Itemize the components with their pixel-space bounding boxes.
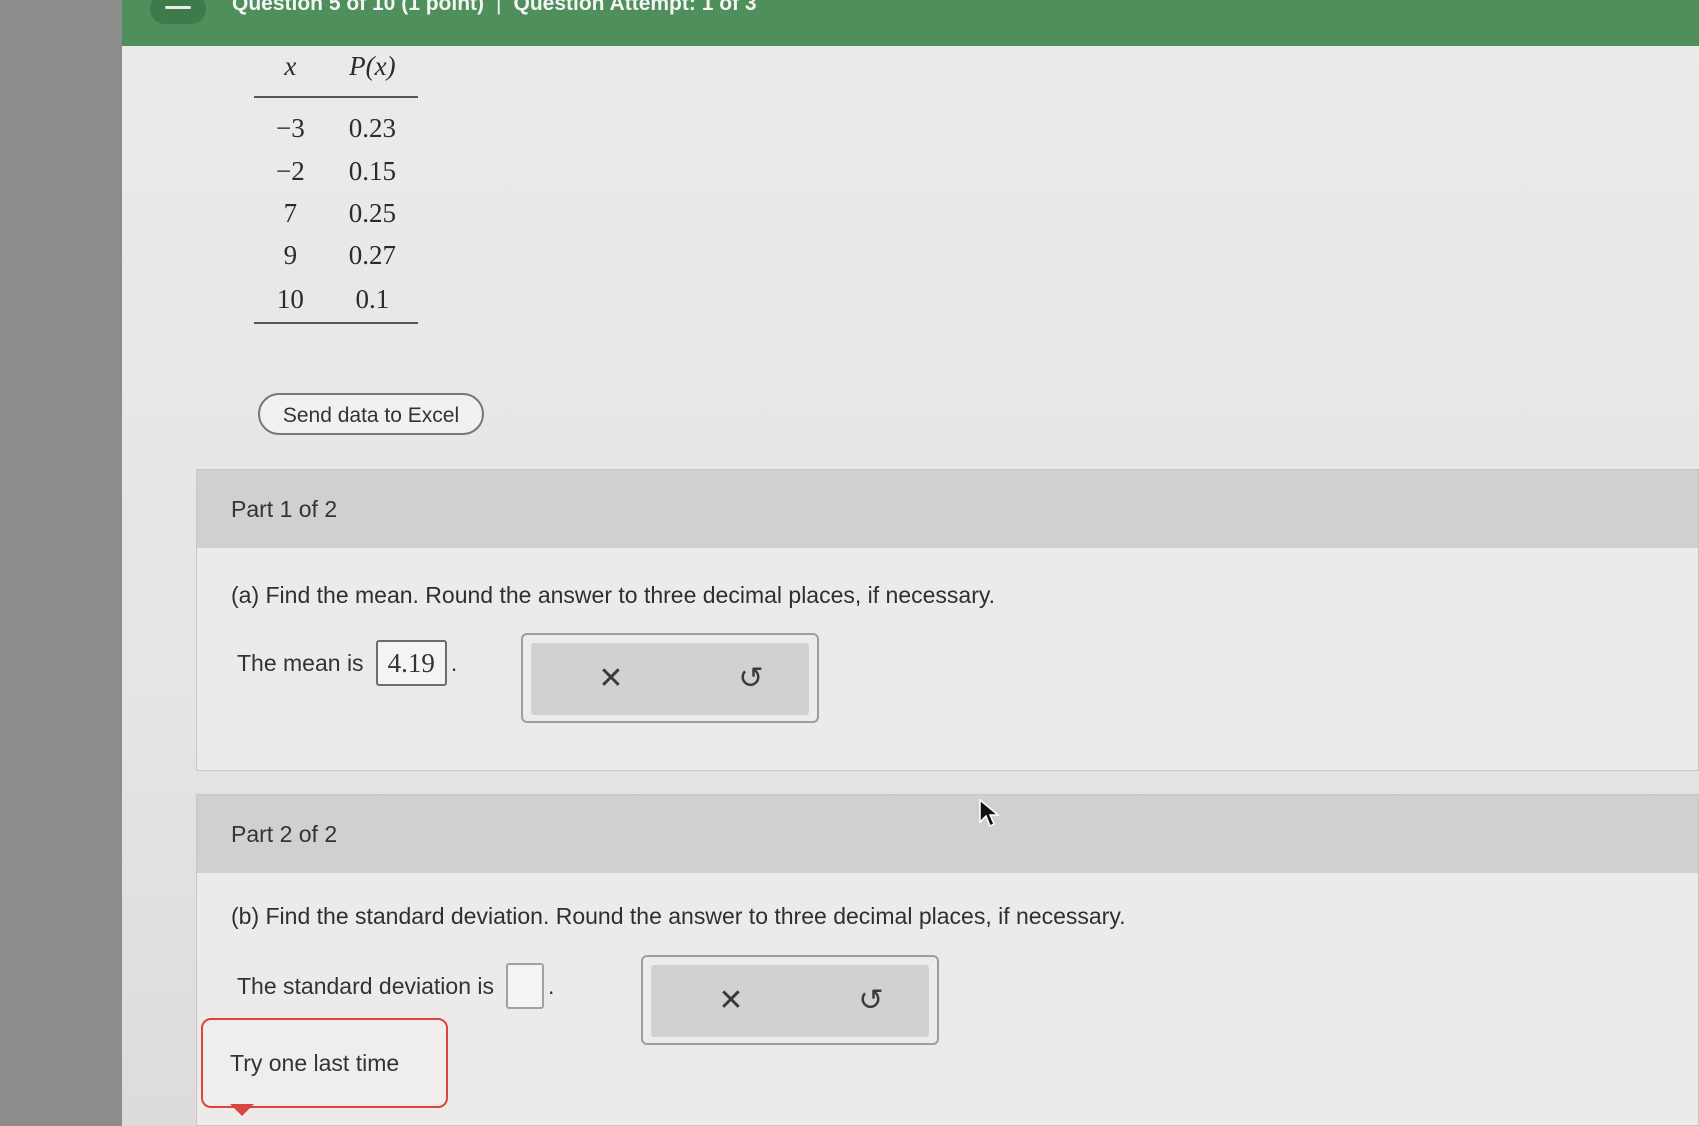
header-px: P(x) [326, 44, 418, 98]
clear-button[interactable]: ✕ [561, 643, 661, 715]
sd-input[interactable] [506, 963, 544, 1009]
close-icon: ✕ [598, 661, 624, 696]
undo-button[interactable]: ↺ [821, 965, 921, 1037]
part-1-panel: Part 1 of 2 (a) Find the mean. Round the… [196, 469, 1699, 771]
cell-px: 0.1 [326, 276, 418, 324]
part-1-question: (a) Find the mean. Round the answer to t… [231, 582, 996, 608]
cell-x: 10 [254, 276, 327, 324]
question-header-text: Question 5 of 10 (1 point) | Question Atte… [232, 0, 757, 16]
part-1-header: Part 1 of 2 [197, 470, 1698, 548]
table-row: −3 0.23 [254, 97, 418, 150]
table-row: 9 0.27 [254, 234, 418, 276]
close-icon: ✕ [718, 983, 744, 1018]
part-2-header: Part 2 of 2 [197, 795, 1698, 873]
cell-x: −2 [276, 155, 305, 186]
probability-distribution-table: x P(x) −3 0.23 −2 0.15 7 0.25 9 0.27 10 … [254, 44, 418, 324]
question-header-bar: Question 5 of 10 (1 point) | Question Atte… [122, 0, 1699, 46]
cell-px: 0.25 [348, 197, 396, 228]
undo-icon: ↺ [738, 661, 764, 696]
question-progress: Question 5 of 10 (1 point) [232, 0, 485, 15]
menu-icon [165, 6, 191, 9]
sd-period: . [548, 972, 555, 999]
menu-button[interactable] [150, 0, 206, 24]
cell-px: 0.23 [348, 112, 396, 143]
part-2-toolbar-inner: ✕ ↺ [651, 965, 929, 1037]
cell-px: 0.27 [348, 239, 396, 270]
cell-x: −3 [276, 112, 305, 143]
part-2-toolbar: ✕ ↺ [641, 955, 939, 1045]
undo-button[interactable]: ↺ [701, 643, 801, 715]
sd-answer-line: The standard deviation is . [237, 963, 554, 1009]
sd-label: The standard deviation is [237, 972, 494, 999]
mean-label: The mean is [237, 649, 364, 676]
cell-x: 9 [283, 239, 298, 270]
send-data-to-excel-button[interactable]: Send data to Excel [258, 393, 484, 435]
clear-button[interactable]: ✕ [681, 965, 781, 1037]
header-x: x [254, 44, 327, 98]
mean-period: . [450, 649, 458, 676]
table-row: −2 0.15 [254, 150, 418, 192]
mean-answer-line: The mean is 4.19 . [237, 640, 457, 686]
mean-input[interactable]: 4.19 [375, 640, 447, 686]
header-separator: | [496, 0, 502, 15]
table-row: 7 0.25 [254, 192, 418, 234]
cell-px: 0.15 [348, 155, 396, 186]
undo-icon: ↺ [858, 983, 884, 1018]
table-row: 10 0.1 [254, 276, 418, 324]
part-1-toolbar-inner: ✕ ↺ [531, 643, 809, 715]
question-attempt: Question Attempt: 1 of 3 [513, 0, 757, 15]
callout-pointer [230, 1104, 254, 1116]
part-1-toolbar: ✕ ↺ [521, 633, 819, 723]
try-again-callout: Try one last time [201, 1018, 448, 1108]
table-header-row: x P(x) [254, 44, 418, 98]
cell-x: 7 [283, 197, 298, 228]
part-2-question: (b) Find the standard deviation. Round t… [231, 903, 1126, 929]
mouse-cursor-icon [979, 798, 1000, 828]
